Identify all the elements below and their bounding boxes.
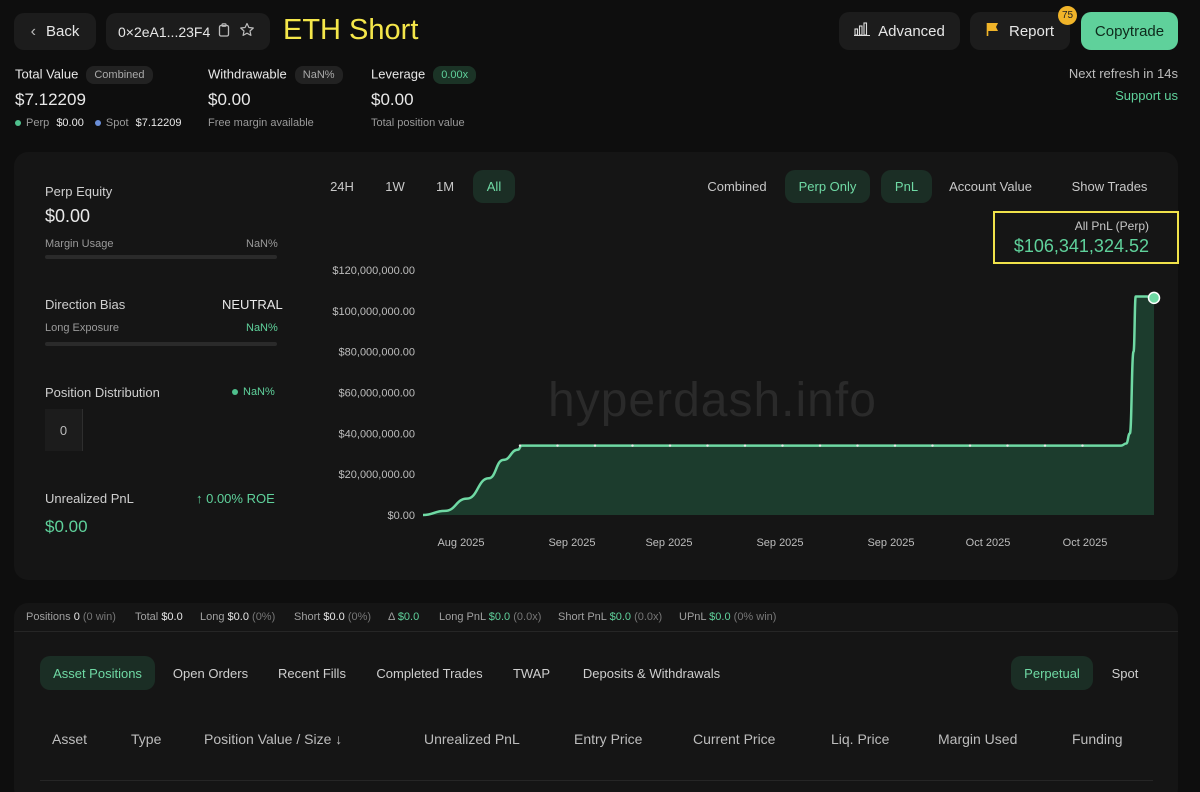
perp-dot-icon [15, 120, 21, 127]
back-label: Back [45, 23, 80, 40]
pnl-box-value: $106,341,324.52 [1013, 236, 1149, 256]
copytrade-button[interactable]: Copytrade [1081, 12, 1178, 50]
long-exposure-bar [45, 342, 277, 346]
margin-usage-label: Margin Usage [45, 238, 114, 250]
tab-open-orders[interactable]: Open Orders [162, 656, 259, 690]
show-trades-toggle[interactable]: Show Trades [1059, 170, 1160, 203]
combined-badge: Combined [86, 66, 153, 84]
pnl-toggle[interactable]: PnL [881, 170, 932, 203]
range-tab-24h[interactable]: 24H [318, 170, 366, 203]
column-header: Unrealized PnL [424, 731, 520, 747]
withdrawable-header: Withdrawable NaN% [208, 66, 343, 84]
tab-asset-positions[interactable]: Asset Positions [40, 656, 155, 690]
stats-divider [14, 631, 1178, 632]
unrealized-pnl-label: Unrealized PnL [45, 491, 134, 506]
range-tab-1w[interactable]: 1W [373, 170, 417, 203]
long-exposure-value: NaN% [246, 322, 278, 334]
position-distribution-value: NaN% [243, 386, 275, 398]
column-header: Entry Price [574, 731, 643, 747]
perp-only-toggle[interactable]: Perp Only [785, 170, 870, 203]
back-button[interactable]: ‹ Back [14, 13, 96, 50]
advanced-button[interactable]: Advanced [839, 12, 960, 50]
report-count-badge: 75 [1058, 6, 1077, 25]
spot-dot-icon [94, 120, 101, 127]
flag-icon [986, 22, 1000, 40]
direction-bias-value: NEUTRAL [222, 297, 283, 312]
spot-value: $7.12209 [135, 117, 182, 129]
address-chip[interactable]: 0×2eA1...23F4 [106, 13, 270, 50]
stat-positions: Positions 0 (0 win) [26, 611, 116, 623]
leverage-header: Leverage 0.00x [371, 66, 477, 84]
pnl-box-label: All PnL (Perp) [1074, 219, 1149, 233]
bar-chart-icon [854, 22, 871, 40]
tab-deposits-withdrawals[interactable]: Deposits & Withdrawals [570, 656, 733, 690]
account-value-toggle[interactable]: Account Value [940, 170, 1041, 203]
leverage-badge: 0.00x [433, 66, 477, 84]
perp-equity-value: $0.00 [45, 206, 91, 226]
direction-bias-label: Direction Bias [45, 297, 126, 312]
perp-value: $0.00 [56, 117, 84, 129]
long-exposure-label: Long Exposure [45, 322, 119, 334]
advanced-label: Advanced [878, 22, 945, 40]
combined-toggle[interactable]: Combined [698, 170, 776, 203]
support-link[interactable]: Support us [1115, 88, 1178, 103]
chevron-left-icon: ‹ [30, 22, 36, 40]
stat-total: Total $0.0 [135, 611, 183, 623]
tab-recent-fills[interactable]: Recent Fills [267, 656, 357, 690]
column-header: Funding [1072, 731, 1123, 747]
tab-twap[interactable]: TWAP [503, 656, 560, 690]
column-header: Liq. Price [831, 731, 890, 747]
leverage-sub: Total position value [371, 117, 465, 129]
leverage-value: $0.00 [371, 90, 414, 109]
stat-long-pnl: Long PnL $0.0 (0.0x) [439, 611, 542, 623]
withdrawable-label: Withdrawable [208, 66, 287, 82]
column-header: Type [131, 731, 162, 747]
margin-usage-bar [45, 255, 277, 259]
balance-breakdown: Perp $0.00 Spot $7.12209 [15, 117, 182, 129]
report-button[interactable]: Report [970, 12, 1070, 50]
spot-label: Spot [105, 117, 129, 129]
withdrawable-sub: Free margin available [208, 117, 314, 129]
stat-long: Long $0.0 (0%) [200, 611, 276, 623]
margin-usage-value: NaN% [246, 238, 278, 250]
table-header-divider [40, 780, 1153, 781]
column-header[interactable]: Position Value / Size ↓ [204, 731, 342, 747]
leverage-label: Leverage [371, 66, 426, 82]
range-tab-1m[interactable]: 1M [424, 170, 466, 203]
withdrawable-badge: NaN% [294, 66, 343, 84]
legend-dot-icon [232, 389, 238, 396]
withdrawable-value: $0.00 [208, 90, 251, 109]
tab-perpetual[interactable]: Perpetual [1011, 656, 1093, 690]
stat-upnl: UPnL $0.0 (0% win) [679, 611, 777, 623]
stat-delta: Δ $0.0 [388, 611, 420, 623]
total-value-header: Total Value Combined [15, 66, 153, 84]
total-value: $7.12209 [15, 90, 86, 109]
unrealized-pnl-value: $0.00 [45, 517, 88, 536]
column-header: Asset [52, 731, 88, 747]
refresh-timer: Next refresh in 14s [1068, 66, 1178, 81]
position-distribution-bar: 0 [45, 409, 83, 451]
watermark: hyperdash.info [548, 374, 877, 427]
copy-icon[interactable] [218, 22, 230, 41]
stat-short-pnl: Short PnL $0.0 (0.0x) [558, 611, 663, 623]
roe-value: ↑ 0.00% ROE [196, 491, 275, 506]
wallet-address: 0×2eA1...23F4 [118, 23, 211, 40]
position-count: 0 [59, 422, 68, 438]
star-icon[interactable] [239, 22, 255, 42]
position-distribution-legend: NaN% [232, 386, 275, 398]
position-distribution-label: Position Distribution [45, 385, 160, 400]
perp-label: Perp [26, 117, 50, 129]
perp-equity-label: Perp Equity [45, 184, 113, 199]
report-label: Report [1008, 22, 1055, 40]
tab-spot[interactable]: Spot [1100, 656, 1150, 690]
tab-completed-trades[interactable]: Completed Trades [366, 656, 493, 690]
page-title: ETH Short [283, 14, 419, 46]
column-header: Current Price [693, 731, 776, 747]
total-value-label: Total Value [15, 66, 79, 82]
stat-short: Short $0.0 (0%) [294, 611, 372, 623]
column-header: Margin Used [938, 731, 1018, 747]
range-tab-all[interactable]: All [473, 170, 515, 203]
